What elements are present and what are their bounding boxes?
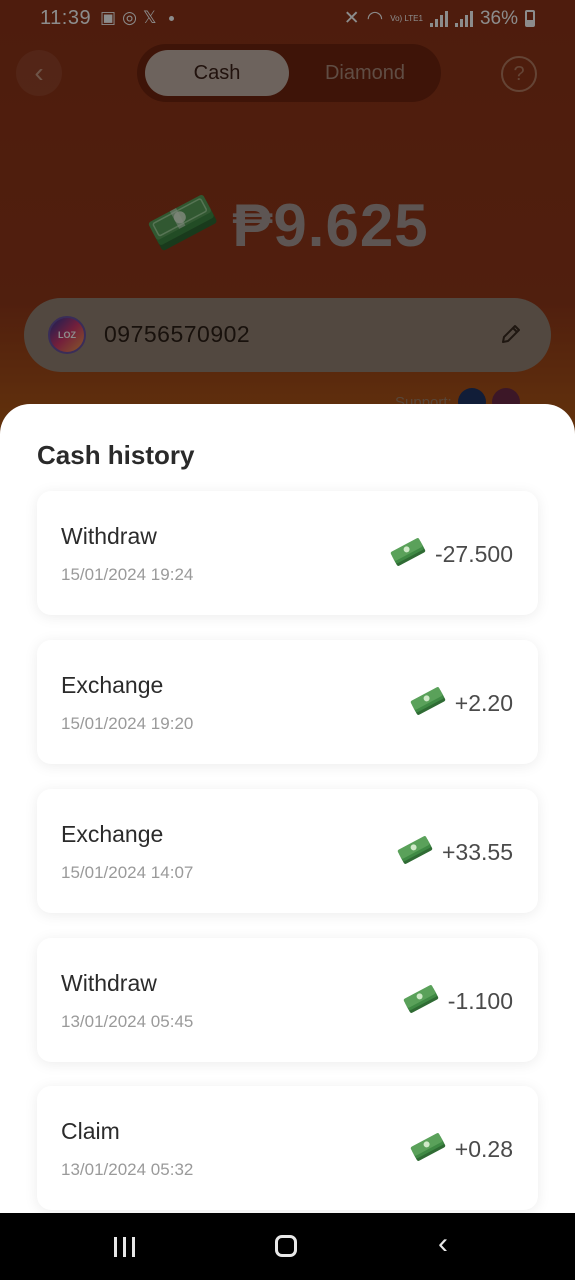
transaction-amount-group: +0.28: [409, 1130, 513, 1169]
transaction-date: 13/01/2024 05:45: [61, 1012, 194, 1031]
transaction-date: 13/01/2024 05:32: [61, 1160, 194, 1179]
transaction-type: Exchange: [61, 672, 164, 698]
cash-stack-icon: [396, 833, 434, 872]
system-nav-bar: ‹: [0, 1213, 575, 1280]
transaction-date: 15/01/2024 14:07: [61, 863, 194, 882]
transaction-type: Exchange: [61, 821, 164, 847]
transaction-date: 15/01/2024 19:20: [61, 714, 194, 733]
transaction-type: Withdraw: [61, 523, 157, 549]
history-row[interactable]: Withdraw 13/01/2024 05:45 -1.100: [37, 938, 538, 1062]
cash-stack-icon: [409, 684, 447, 723]
history-row[interactable]: Exchange 15/01/2024 19:20 +2.20: [37, 640, 538, 764]
transaction-amount: -27.500: [434, 541, 513, 567]
transaction-amount-group: +33.55: [396, 833, 513, 872]
transaction-type: Claim: [61, 1118, 120, 1144]
cash-history-sheet: Cash history Withdraw 15/01/2024 19:24 -…: [0, 404, 575, 1213]
cash-stack-icon: [409, 1130, 447, 1169]
transaction-date: 15/01/2024 19:24: [61, 565, 194, 584]
transaction-amount: -1.100: [447, 988, 513, 1014]
history-row[interactable]: Claim 13/01/2024 05:32 +0.28: [37, 1086, 538, 1210]
cash-stack-icon: [389, 535, 427, 574]
transaction-amount: +2.20: [454, 690, 513, 716]
cash-stack-icon: [402, 982, 440, 1021]
history-row[interactable]: Exchange 15/01/2024 14:07 +33.55: [37, 789, 538, 913]
transaction-amount: +0.28: [454, 1136, 513, 1162]
transaction-amount-group: +2.20: [409, 684, 513, 723]
transaction-type: Withdraw: [61, 970, 157, 996]
transaction-amount-group: -1.100: [402, 982, 513, 1021]
recent-apps-icon[interactable]: [114, 1237, 135, 1257]
sheet-title: Cash history: [37, 440, 195, 470]
history-row[interactable]: Withdraw 15/01/2024 19:24 -27.500: [37, 491, 538, 615]
back-nav-icon[interactable]: ‹: [438, 1227, 448, 1261]
home-icon[interactable]: [275, 1235, 297, 1257]
transaction-amount: +33.55: [442, 839, 513, 865]
transaction-amount-group: -27.500: [389, 535, 513, 574]
